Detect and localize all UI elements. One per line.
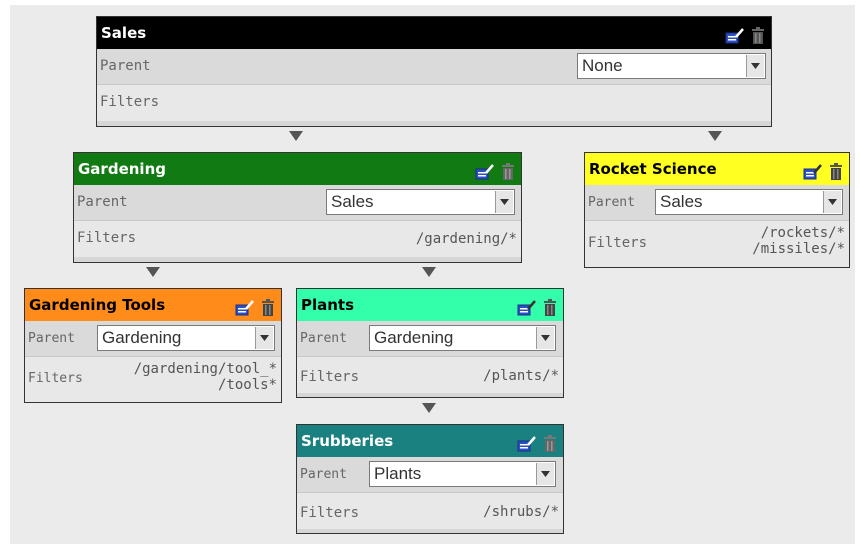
dropdown-button[interactable]: [823, 191, 841, 213]
down-arrow-icon: [422, 403, 436, 413]
node-header: Sales: [97, 17, 771, 49]
parent-select[interactable]: Sales: [655, 189, 843, 215]
node-sales: Sales Parent None Filters: [96, 16, 772, 127]
parent-row: Parent Gardening: [25, 321, 281, 357]
filter-value: /rockets/*: [760, 225, 845, 241]
down-arrow-icon: [708, 131, 722, 141]
filter-value: /gardening/*: [415, 231, 517, 247]
node-title: Gardening: [78, 160, 166, 178]
filter-value: /missiles/*: [752, 241, 845, 257]
parent-select-value: Plants: [374, 464, 422, 483]
parent-select[interactable]: Plants: [369, 461, 556, 487]
chevron-down-icon: [500, 199, 509, 205]
node-title: Rocket Science: [589, 160, 717, 178]
node-header: Gardening Tools: [25, 289, 281, 321]
filter-value: /tools*: [217, 377, 277, 393]
chevron-down-icon: [828, 199, 837, 205]
parent-select-value: Sales: [331, 192, 374, 211]
chevron-down-icon: [541, 335, 550, 341]
filters-row: Filters /gardening/*: [74, 221, 521, 257]
parent-select[interactable]: Gardening: [97, 325, 275, 351]
node-plants: Plants Parent Gardening Filters /plants/…: [296, 288, 564, 398]
dropdown-button[interactable]: [746, 55, 764, 77]
node-rocket-science: Rocket Science Parent Sales Filters /roc…: [584, 152, 850, 268]
parent-label: Parent: [28, 331, 75, 346]
filters-row: Filters /shrubs/*: [297, 493, 563, 529]
filters-label: Filters: [77, 230, 137, 246]
filters-label: Filters: [300, 369, 360, 385]
down-arrow-icon: [146, 267, 160, 277]
filters-label: Filters: [300, 505, 360, 521]
parent-select-value: Gardening: [374, 328, 454, 347]
node-header: Gardening: [74, 153, 521, 185]
filter-value: /shrubs/*: [483, 504, 559, 520]
filters-row: Filters: [97, 85, 771, 121]
node-title: Gardening Tools: [29, 296, 166, 314]
parent-row: Parent Sales: [74, 185, 521, 221]
parent-label: Parent: [588, 195, 635, 210]
node-header: Plants: [297, 289, 563, 321]
chevron-down-icon: [260, 335, 269, 341]
parent-row: Parent None: [97, 49, 771, 85]
parent-label: Parent: [100, 58, 151, 74]
parent-select-value: Gardening: [102, 328, 182, 347]
parent-select[interactable]: Gardening: [369, 325, 556, 351]
filters-row: Filters /gardening/tool_* /tools*: [25, 357, 281, 402]
node-gardening-tools: Gardening Tools Parent Gardening Filters…: [24, 288, 282, 403]
filters-label: Filters: [28, 371, 83, 386]
dropdown-button[interactable]: [495, 191, 513, 213]
node-title: Sales: [101, 24, 147, 42]
chevron-down-icon: [751, 63, 760, 69]
dropdown-button[interactable]: [536, 463, 554, 485]
parent-select[interactable]: None: [577, 53, 766, 79]
filters-row: Filters /plants/*: [297, 357, 563, 393]
node-gardening: Gardening Parent Sales Filters /gardenin…: [73, 152, 522, 263]
parent-row: Parent Gardening: [297, 321, 563, 357]
parent-row: Parent Sales: [585, 185, 849, 221]
filters-label: Filters: [100, 94, 160, 110]
filter-value: /plants/*: [483, 368, 559, 384]
dropdown-button[interactable]: [255, 327, 273, 349]
node-srubberies: Srubberies Parent Plants Filters /shrubs…: [296, 424, 564, 534]
filters-label: Filters: [588, 235, 648, 251]
parent-select-value: None: [582, 56, 623, 75]
parent-select[interactable]: Sales: [326, 189, 515, 215]
filters-row: Filters /rockets/* /missiles/*: [585, 221, 849, 267]
parent-label: Parent: [300, 467, 347, 482]
hierarchy-canvas: Sales Parent None Filters Gardening Pare…: [10, 5, 855, 544]
filter-value: /gardening/tool_*: [133, 361, 277, 377]
node-header: Rocket Science: [585, 153, 849, 185]
node-title: Srubberies: [301, 432, 394, 450]
down-arrow-icon: [289, 131, 303, 141]
parent-label: Parent: [300, 331, 347, 346]
parent-row: Parent Plants: [297, 457, 563, 493]
chevron-down-icon: [541, 471, 550, 477]
node-title: Plants: [301, 296, 355, 314]
dropdown-button[interactable]: [536, 327, 554, 349]
parent-label: Parent: [77, 194, 128, 210]
parent-select-value: Sales: [660, 192, 703, 211]
node-header: Srubberies: [297, 425, 563, 457]
down-arrow-icon: [422, 267, 436, 277]
